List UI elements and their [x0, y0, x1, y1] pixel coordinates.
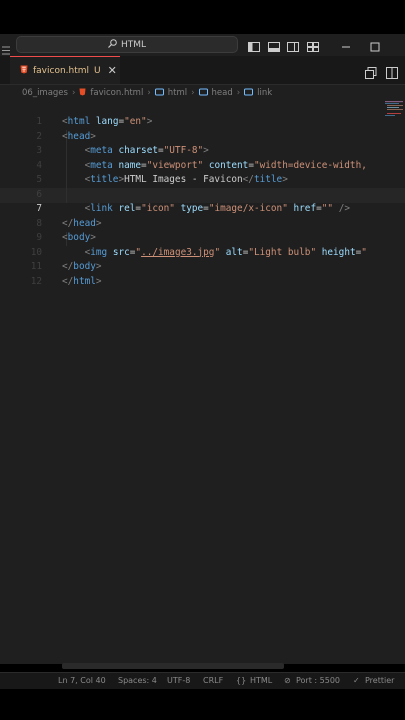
minimize-icon[interactable]: [340, 38, 352, 50]
horizontal-scrollbar[interactable]: [62, 663, 284, 669]
code-line[interactable]: 9 <body>: [0, 232, 405, 247]
line-code: <body>: [62, 232, 96, 243]
line-code: <meta name="viewport" content="width=dev…: [84, 159, 367, 171]
toggle-secondary-sidebar-icon[interactable]: [287, 38, 299, 52]
title-bar: HTML: [0, 34, 405, 56]
code-line[interactable]: 12 </html>: [0, 276, 405, 291]
toggle-primary-sidebar-icon[interactable]: [248, 38, 260, 52]
menu-icon[interactable]: [2, 40, 10, 55]
line-code: <head>: [62, 130, 96, 142]
html-file-icon: [79, 88, 86, 99]
line-code: <link rel="icon" type="image/x-icon" hre…: [84, 203, 350, 214]
live-server-port[interactable]: Port : 5500: [296, 676, 340, 685]
line-number: 7: [36, 203, 42, 214]
end-of-line[interactable]: CRLF: [203, 676, 223, 685]
close-tab-icon[interactable]: ✕: [108, 64, 117, 77]
tab-favicon-html[interactable]: favicon.html U ✕: [10, 56, 120, 84]
line-code: <title>HTML Images - Favicon</title>: [84, 174, 288, 185]
symbol-element-icon: [198, 88, 208, 99]
line-number: 10: [30, 246, 42, 258]
code-line[interactable]: 4 <meta name="viewport" content="width=d…: [0, 160, 405, 175]
line-code: <meta charset="UTF-8">: [84, 145, 209, 156]
code-line[interactable]: 5 <title>HTML Images - Favicon</title>: [0, 174, 405, 189]
code-line[interactable]: 11 </body>: [0, 261, 405, 276]
toggle-panel-icon[interactable]: [268, 38, 280, 52]
code-editor[interactable]: 1 <html lang="en"> 2 <head> 3 <meta charset=…: [0, 101, 405, 664]
command-center-search[interactable]: HTML: [16, 36, 238, 53]
chevron-right-icon: ›: [191, 88, 195, 98]
code-line[interactable]: 6: [0, 189, 405, 204]
code-line[interactable]: 1 <html lang="en">: [0, 116, 405, 131]
line-number: 4: [36, 159, 42, 171]
breadcrumb: 06_images › favicon.html › html › head ›…: [0, 85, 405, 101]
symbol-element-icon: [154, 88, 164, 99]
prettier-formatter[interactable]: Prettier: [365, 676, 394, 685]
breadcrumb-link[interactable]: link: [257, 88, 272, 98]
minimap[interactable]: [383, 101, 405, 141]
cursor-position[interactable]: Ln 7, Col 40: [58, 676, 106, 685]
line-number: 11: [30, 261, 42, 272]
indentation[interactable]: Spaces: 4: [118, 676, 157, 685]
search-label: HTML: [120, 39, 147, 50]
code-line[interactable]: 7 <link rel="icon" type="image/x-icon" h…: [0, 203, 405, 218]
breadcrumb-html[interactable]: html: [168, 88, 187, 98]
line-number: 3: [36, 145, 42, 156]
tab-untracked-status: U: [94, 65, 101, 76]
line-number: 12: [30, 275, 42, 287]
tab-filename: favicon.html: [33, 65, 90, 76]
line-number: 9: [36, 232, 42, 243]
braces-icon: {}: [236, 676, 247, 685]
line-code: </head>: [62, 217, 102, 229]
live-server-icon: ⊘: [284, 676, 291, 685]
line-code: </html>: [62, 275, 102, 287]
line-number: 5: [36, 174, 42, 185]
code-line[interactable]: 3 <meta charset="UTF-8">: [0, 145, 405, 160]
maximize-icon[interactable]: [369, 38, 381, 52]
breadcrumb-file[interactable]: favicon.html: [90, 88, 143, 98]
line-number: 2: [36, 130, 42, 142]
chevron-right-icon: ›: [71, 88, 76, 98]
open-changes-icon[interactable]: [365, 64, 377, 79]
breadcrumb-folder[interactable]: 06_images: [22, 88, 68, 98]
breadcrumb-head[interactable]: head: [212, 88, 233, 98]
chevron-right-icon: ›: [147, 88, 151, 98]
code-line[interactable]: 8 </head>: [0, 218, 405, 233]
encoding[interactable]: UTF-8: [167, 676, 190, 685]
symbol-element-icon: [244, 88, 254, 99]
editor-tab-bar: favicon.html U ✕: [0, 56, 405, 85]
search-icon: [108, 38, 117, 51]
html-file-icon: [20, 65, 28, 77]
line-code: <html lang="en">: [62, 116, 153, 127]
check-icon: ✓: [353, 676, 360, 685]
split-editor-icon[interactable]: [386, 64, 398, 79]
line-number: 1: [36, 116, 42, 127]
line-number: 8: [36, 217, 42, 229]
status-bar: Ln 7, Col 40 Spaces: 4 UTF-8 CRLF {} HTM…: [0, 672, 405, 689]
chevron-right-icon: ›: [236, 88, 241, 98]
language-mode[interactable]: HTML: [250, 676, 272, 685]
line-code: <img src="../image3.jpg" alt="Light bulb…: [84, 246, 367, 258]
code-line[interactable]: 2 <head>: [0, 131, 405, 146]
line-number: 6: [36, 188, 42, 200]
customize-layout-icon[interactable]: [307, 38, 319, 52]
line-code: </body>: [62, 261, 102, 272]
code-line[interactable]: 10 <img src="../image3.jpg" alt="Light b…: [0, 247, 405, 262]
